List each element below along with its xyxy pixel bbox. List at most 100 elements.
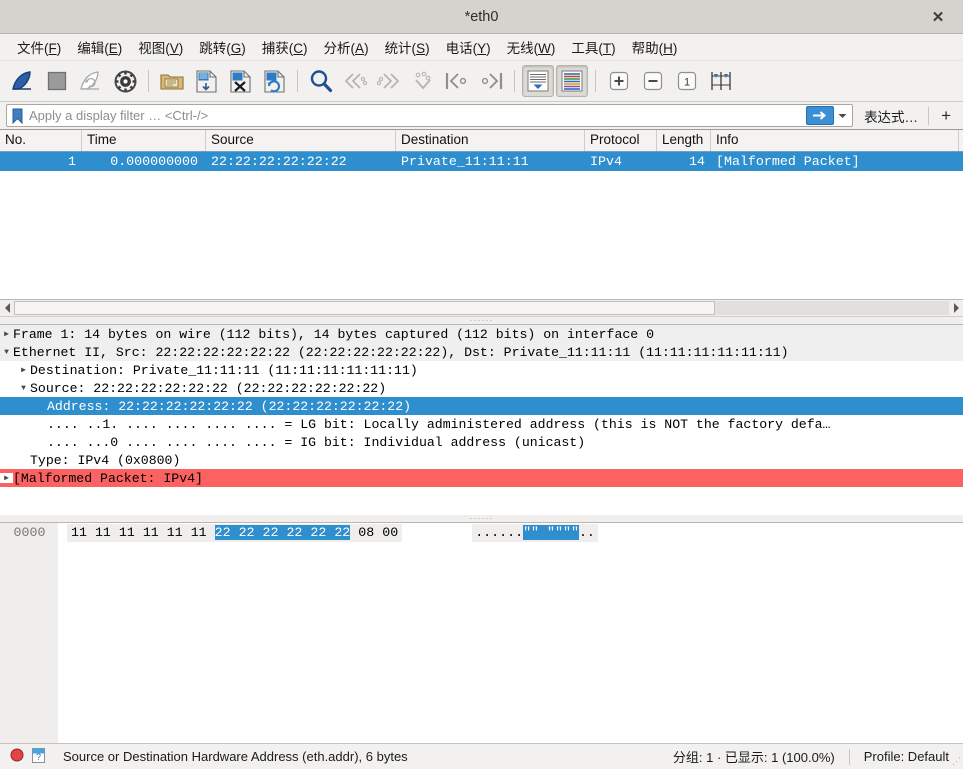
- close-file-icon[interactable]: [224, 65, 256, 97]
- packet-cell-protocol: IPv4: [590, 154, 622, 169]
- auto-scroll-icon[interactable]: [522, 65, 554, 97]
- hex-dump-row[interactable]: 11 11 11 11 11 11 22 22 22 22 22 22 08 0…: [58, 523, 963, 542]
- detail-tree-row[interactable]: ▶ [Malformed Packet: IPv4]: [0, 469, 963, 487]
- chevron-down-icon[interactable]: ▼: [0, 348, 13, 357]
- packet-list[interactable]: 1 0.000000000 22:22:22:22:22:22 Private_11:…: [0, 152, 963, 300]
- chevron-right-icon[interactable]: ▶: [17, 365, 30, 375]
- column-header-label: Destination: [401, 132, 469, 147]
- menu-wireless[interactable]: 无线(W): [499, 35, 564, 59]
- detail-tree-row[interactable]: Type: IPv4 (0x0800): [0, 451, 963, 469]
- capture-options-icon[interactable]: [109, 65, 141, 97]
- reload-file-icon[interactable]: [258, 65, 290, 97]
- hex-offset-label: 0000: [13, 525, 46, 540]
- status-icons: ?: [0, 747, 45, 766]
- go-last-packet-icon[interactable]: [475, 65, 507, 97]
- stop-capture-icon[interactable]: [41, 65, 73, 97]
- detail-tree-row[interactable]: .... ..1. .... .... .... .... = LG bit: …: [0, 415, 963, 433]
- menu-view[interactable]: 视图(V): [130, 35, 191, 59]
- menu-file[interactable]: 文件(F): [9, 35, 69, 59]
- go-first-packet-icon[interactable]: [441, 65, 473, 97]
- scroll-right-icon[interactable]: [949, 301, 963, 315]
- column-header-label: Source: [211, 132, 254, 147]
- profile-label[interactable]: Profile: Default: [864, 749, 963, 764]
- hex-ascii[interactable]: ......"" """"..: [472, 523, 598, 542]
- column-header-label: Info: [716, 132, 739, 147]
- zoom-out-icon[interactable]: [637, 65, 669, 97]
- filter-expression-button[interactable]: 表达式…: [860, 104, 922, 128]
- resize-grip-icon[interactable]: ⋰: [952, 756, 961, 767]
- zoom-reset-icon[interactable]: 1: [671, 65, 703, 97]
- close-icon[interactable]: ✕: [925, 4, 951, 30]
- apply-filter-icon[interactable]: [806, 106, 835, 125]
- column-header-protocol[interactable]: Protocol: [585, 130, 657, 151]
- menu-tools[interactable]: 工具(T): [563, 35, 623, 59]
- go-back-icon: [339, 65, 371, 97]
- menu-telephony[interactable]: 电话(Y): [438, 35, 499, 59]
- hex-bytes-selected: 22 22 22 22 22 22: [214, 524, 351, 540]
- packet-cell-no: 1: [68, 154, 76, 169]
- filter-history-chevron-down-icon[interactable]: [836, 113, 849, 119]
- menu-go[interactable]: 跳转(G): [191, 35, 254, 59]
- hscrollbar-track[interactable]: [14, 301, 949, 315]
- menu-statistics[interactable]: 统计(S): [377, 35, 438, 59]
- menu-capture[interactable]: 捕获(C): [254, 35, 316, 59]
- filter-bookmark-icon[interactable]: [9, 106, 25, 125]
- expert-info-icon[interactable]: ?: [32, 747, 45, 766]
- detail-tree-label: Address: 22:22:22:22:22:22 (22:22:22:22:…: [47, 398, 412, 414]
- detail-tree-row[interactable]: ▶ Frame 1: 14 bytes on wire (112 bits), 1…: [0, 325, 963, 343]
- detail-tree-row[interactable]: ▶ Destination: Private_11:11:11 (11:11:11…: [0, 361, 963, 379]
- packet-list-row[interactable]: 1 0.000000000 22:22:22:22:22:22 Private_11:…: [0, 152, 963, 171]
- column-header-source[interactable]: Source: [206, 130, 396, 151]
- window-title: *eth0: [464, 8, 499, 25]
- packet-list-hscrollbar[interactable]: [0, 300, 963, 317]
- hex-bytes[interactable]: 11 11 11 11 11 11 22 22 22 22 22 22 08 0…: [67, 523, 403, 542]
- status-divider: [848, 748, 850, 765]
- detail-tree-row[interactable]: .... ...0 .... .... .... .... = IG bit: …: [0, 433, 963, 451]
- capture-status-red-circle-icon[interactable]: [10, 748, 24, 765]
- detail-tree-label: Frame 1: 14 bytes on wire (112 bits), 14…: [13, 326, 655, 342]
- scroll-left-icon[interactable]: [0, 301, 14, 315]
- chevron-down-icon[interactable]: ▼: [17, 384, 30, 393]
- chevron-right-icon[interactable]: ▶: [0, 473, 13, 483]
- find-packet-icon[interactable]: [305, 65, 337, 97]
- splitter-grip-2: ······: [469, 513, 494, 523]
- packet-cell-length: 14: [689, 154, 705, 169]
- column-header-no[interactable]: No.: [0, 130, 82, 151]
- splitter-grip: ······: [469, 315, 494, 325]
- svg-text:1: 1: [684, 77, 690, 89]
- chevron-right-icon[interactable]: ▶: [0, 329, 13, 339]
- detail-tree-row[interactable]: ▼ Source: 22:22:22:22:22:22 (22:22:22:22:…: [0, 379, 963, 397]
- hex-bytes-area[interactable]: 0000 11 11 11 11 11 11 22 22 22 22 22 22 …: [14, 523, 963, 743]
- detail-tree-row[interactable]: Address: 22:22:22:22:22:22 (22:22:22:22:…: [0, 397, 963, 415]
- pane-splitter-bottom[interactable]: ······: [0, 513, 963, 523]
- restart-capture-icon: [75, 65, 107, 97]
- column-header-length[interactable]: Length: [657, 130, 711, 151]
- menu-edit[interactable]: 编辑(E): [69, 35, 130, 59]
- packet-cell-time: 0.000000000: [110, 154, 198, 169]
- menu-analyze[interactable]: 分析(A): [316, 35, 377, 59]
- column-header-time[interactable]: Time: [82, 130, 206, 151]
- menu-help[interactable]: 帮助(H): [624, 35, 686, 59]
- colorize-packets-icon[interactable]: [556, 65, 588, 97]
- column-header-info[interactable]: Info: [711, 130, 959, 151]
- packet-list-header: No. Time Source Destination Protocol Length In…: [0, 129, 963, 152]
- column-header-destination[interactable]: Destination: [396, 130, 585, 151]
- search-input[interactable]: [25, 105, 807, 126]
- save-file-icon[interactable]: [190, 65, 222, 97]
- packet-bytes-pane[interactable]: 0000 11 11 11 11 11 11 22 22 22 22 22 22 …: [0, 522, 963, 743]
- hex-ascii-group: ..: [578, 524, 595, 540]
- zoom-in-icon[interactable]: [603, 65, 635, 97]
- column-header-label: No.: [5, 132, 27, 147]
- column-header-label: Time: [87, 132, 117, 147]
- column-header-label: Length: [662, 132, 704, 147]
- status-bar: ? Source or Destination Hardware Address…: [0, 743, 963, 769]
- display-filter-box[interactable]: [6, 104, 854, 127]
- hscrollbar-thumb[interactable]: [14, 301, 716, 315]
- open-file-icon[interactable]: [156, 65, 188, 97]
- start-capture-icon[interactable]: [7, 65, 39, 97]
- add-filter-button[interactable]: +: [935, 107, 957, 124]
- pane-splitter-top[interactable]: ······: [0, 315, 963, 325]
- packet-details-tree[interactable]: ▶ Frame 1: 14 bytes on wire (112 bits), 1…: [0, 324, 963, 515]
- resize-columns-icon[interactable]: [705, 65, 737, 97]
- detail-tree-row[interactable]: ▼ Ethernet II, Src: 22:22:22:22:22:22 (22…: [0, 343, 963, 361]
